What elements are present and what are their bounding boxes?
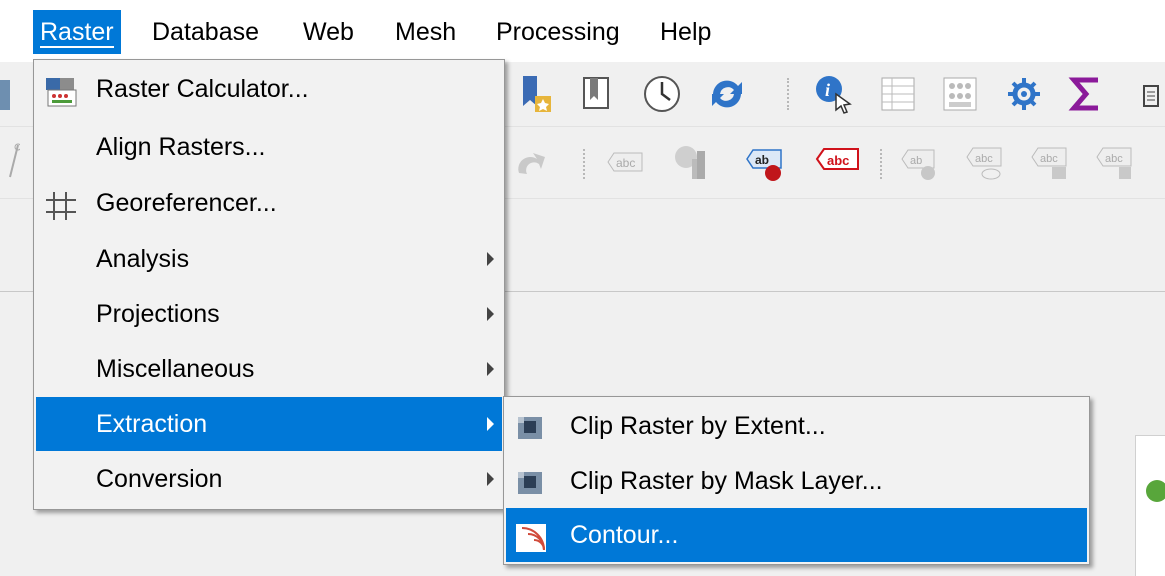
menu-item-label: Conversion [96, 465, 223, 493]
clip-raster-icon [514, 410, 548, 442]
label-toolbar-icon[interactable]: abc [602, 147, 646, 177]
statistical-summary-icon[interactable] [1068, 72, 1104, 116]
show-hide-labels-icon[interactable]: abc [815, 145, 861, 177]
processing-toolbox-icon[interactable] [1003, 74, 1045, 114]
label-visibility-icon[interactable]: abc [965, 143, 1009, 183]
toolbar-grip[interactable] [583, 149, 589, 179]
menu-item-label: Georeferencer... [96, 189, 277, 217]
digitize-icon[interactable] [6, 141, 20, 181]
menu-item-raster-calculator[interactable]: Raster Calculator... [36, 62, 502, 116]
new-bookmark-icon[interactable] [515, 72, 555, 116]
menu-item-label: Clip Raster by Mask Layer... [570, 467, 883, 495]
menu-item-miscellaneous[interactable]: Miscellaneous [36, 342, 502, 396]
refresh-icon[interactable] [705, 72, 749, 116]
submenu-arrow-icon [487, 252, 494, 266]
open-attribute-table-icon[interactable] [878, 74, 918, 114]
menu-item-clip-raster-by-mask-layer[interactable]: Clip Raster by Mask Layer... [506, 454, 1087, 508]
menu-item-georeferencer[interactable]: Georeferencer... [36, 176, 502, 230]
pin-labels-icon[interactable]: ab [745, 145, 789, 185]
menu-web[interactable]: Web [296, 10, 361, 54]
svg-text:i: i [825, 80, 830, 100]
svg-text:abc: abc [1040, 153, 1058, 165]
contour-icon [514, 519, 548, 552]
menu-item-label: Extraction [96, 410, 208, 438]
menu-item-label: Projections [96, 300, 220, 328]
more-tools-icon[interactable] [1140, 84, 1165, 108]
menu-item-label: Align Rasters... [96, 133, 266, 161]
menu-item-align-rasters[interactable]: Align Rasters... [36, 120, 502, 174]
menu-item-contour[interactable]: Contour... [506, 508, 1087, 562]
toolbar-grip[interactable] [787, 78, 793, 110]
menu-item-clip-raster-by-extent[interactable]: Clip Raster by Extent... [506, 399, 1087, 453]
menu-item-analysis[interactable]: Analysis [36, 232, 502, 286]
side-panel [1135, 435, 1165, 576]
menu-bar: Raster Database Web Mesh Processing Help [0, 0, 1165, 62]
toolbar-edge-icon[interactable] [0, 80, 10, 110]
svg-text:ab: ab [910, 155, 922, 167]
menu-item-extraction[interactable]: Extraction [36, 397, 502, 451]
show-bookmarks-icon[interactable] [578, 72, 618, 116]
submenu-arrow-icon [487, 472, 494, 486]
menu-item-label: Contour... [570, 521, 679, 549]
menu-item-projections[interactable]: Projections [36, 287, 502, 341]
raster-menu: Raster Calculator... Align Rasters... Ge… [33, 59, 505, 510]
menu-item-conversion[interactable]: Conversion [36, 452, 502, 506]
svg-text:abc: abc [975, 153, 993, 165]
submenu-arrow-icon [487, 307, 494, 321]
toolbar-grip[interactable] [880, 149, 886, 179]
open-field-calculator-icon[interactable] [940, 74, 980, 114]
menu-item-label: Clip Raster by Extent... [570, 412, 826, 440]
diagram-icon[interactable] [670, 141, 710, 183]
menu-item-label: Miscellaneous [96, 355, 255, 383]
label-move-arrow-icon[interactable]: abc [1030, 143, 1074, 183]
svg-text:ab: ab [755, 153, 769, 167]
svg-text:abc: abc [1105, 153, 1123, 165]
georeferencer-icon [44, 187, 78, 220]
move-label-icon[interactable]: ab [900, 145, 944, 183]
identify-features-icon[interactable]: i [812, 72, 856, 116]
menu-raster[interactable]: Raster [33, 10, 121, 54]
menu-item-label: Analysis [96, 245, 190, 273]
menu-help[interactable]: Help [653, 10, 718, 54]
raster-calculator-icon [44, 73, 78, 107]
menu-mesh[interactable]: Mesh [388, 10, 463, 54]
submenu-arrow-icon [487, 362, 494, 376]
redo-icon[interactable] [515, 147, 551, 181]
svg-text:abc: abc [827, 153, 849, 168]
status-indicator-icon [1146, 480, 1165, 502]
menu-processing[interactable]: Processing [489, 10, 627, 54]
extraction-submenu: Clip Raster by Extent... Clip Raster by … [503, 396, 1090, 565]
svg-text:abc: abc [616, 156, 635, 170]
temporal-controller-icon[interactable] [640, 72, 684, 116]
label-rotate-icon[interactable]: abc [1095, 143, 1139, 183]
menu-database[interactable]: Database [145, 10, 266, 54]
clip-raster-icon [514, 465, 548, 497]
submenu-arrow-icon [487, 417, 494, 431]
menu-item-label: Raster Calculator... [96, 75, 309, 103]
